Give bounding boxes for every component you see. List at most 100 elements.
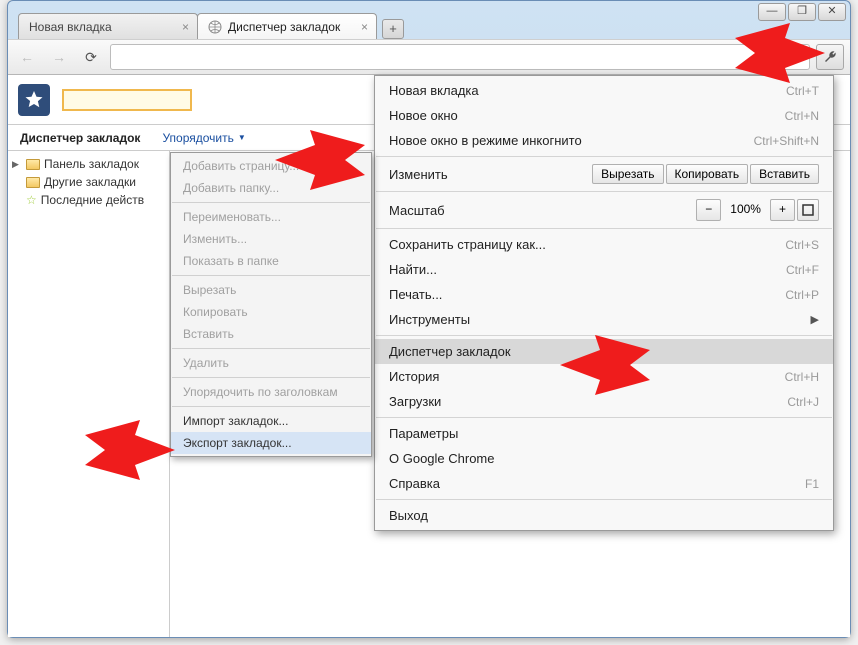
menu-label: Новое окно в режиме инкогнито [389,133,582,148]
zoom-out-button[interactable]: − [696,199,721,221]
edit-paste-button[interactable]: Вставить [750,164,819,184]
star-outline-icon: ☆ [26,193,37,207]
menu-bookmark-manager[interactable]: Диспетчер закладок [375,339,833,364]
tab-strip: Новая вкладка × Диспетчер закладок × + [8,9,850,39]
submenu-add-page[interactable]: Добавить страницу... [171,155,371,177]
menu-separator [376,156,832,157]
bookmark-search-input[interactable] [62,89,192,111]
edit-cut-button[interactable]: Вырезать [592,164,663,184]
menu-zoom-row: Масштаб − 100% + [375,195,833,225]
menu-separator [172,377,370,378]
tab-bookmark-manager[interactable]: Диспетчер закладок × [197,13,377,39]
menu-label: История [389,369,439,384]
menu-tools[interactable]: Инструменты ▶ [375,307,833,332]
caret-right-icon: ▶ [12,159,19,170]
menu-label: Параметры [389,426,458,441]
menu-separator [376,191,832,192]
menu-shortcut: Ctrl+P [785,288,819,302]
menu-new-tab[interactable]: Новая вкладка Ctrl+T [375,78,833,103]
menu-shortcut: Ctrl+N [785,109,819,123]
menu-edit-row: Изменить Вырезать Копировать Вставить [375,160,833,188]
tree-item-label: Другие закладки [44,175,136,189]
menu-label: Новая вкладка [389,83,479,98]
menu-label: Инструменты [389,312,470,327]
menu-label: Найти... [389,262,437,277]
address-bar[interactable] [110,44,810,70]
tree-item-other-bookmarks[interactable]: Другие закладки [8,173,169,191]
toolbar: ← → ⟳ [8,39,850,75]
menu-separator [172,406,370,407]
new-tab-button[interactable]: + [382,19,404,39]
menu-new-window[interactable]: Новое окно Ctrl+N [375,103,833,128]
menu-exit[interactable]: Выход [375,503,833,528]
submenu-sort[interactable]: Упорядочить по заголовкам [171,381,371,403]
menu-separator [172,275,370,276]
forward-button[interactable]: → [46,44,72,70]
bookmark-manager-logo [18,84,50,116]
zoom-value: 100% [723,199,768,221]
fullscreen-icon [802,204,814,216]
menu-label: Изменить [389,167,448,182]
window-maximize-button[interactable]: ❐ [788,3,816,21]
back-button[interactable]: ← [14,44,40,70]
menu-shortcut: Ctrl+H [785,370,819,384]
globe-icon [208,20,222,34]
submenu-add-folder[interactable]: Добавить папку... [171,177,371,199]
star-icon [24,90,44,110]
menu-separator [376,228,832,229]
tab-new[interactable]: Новая вкладка × [18,13,198,39]
menu-history[interactable]: История Ctrl+H [375,364,833,389]
chevron-down-icon: ▼ [238,133,246,142]
submenu-show-in-folder[interactable]: Показать в папке [171,250,371,272]
submenu-export-bookmarks[interactable]: Экспорт закладок... [171,432,371,454]
fullscreen-button[interactable] [797,199,819,221]
tree-item-label: Последние действ [41,193,144,207]
menu-shortcut: Ctrl+J [787,395,819,409]
menu-find[interactable]: Найти... Ctrl+F [375,257,833,282]
submenu-rename[interactable]: Переименовать... [171,206,371,228]
menu-help[interactable]: Справка F1 [375,471,833,496]
window-minimize-button[interactable]: — [758,3,786,21]
tab-close-icon[interactable]: × [182,20,189,34]
menu-settings[interactable]: Параметры [375,421,833,446]
menu-label: Сохранить страницу как... [389,237,546,252]
menu-print[interactable]: Печать... Ctrl+P [375,282,833,307]
zoom-in-button[interactable]: + [770,199,795,221]
tab-close-icon[interactable]: × [361,20,368,34]
menu-about[interactable]: О Google Chrome [375,446,833,471]
organize-menu-button[interactable]: Упорядочить ▼ [152,131,255,145]
submenu-cut[interactable]: Вырезать [171,279,371,301]
menu-incognito[interactable]: Новое окно в режиме инкогнито Ctrl+Shift+… [375,128,833,153]
menu-label: Печать... [389,287,442,302]
menu-downloads[interactable]: Загрузки Ctrl+J [375,389,833,414]
submenu-edit[interactable]: Изменить... [171,228,371,250]
submenu-copy[interactable]: Копировать [171,301,371,323]
menu-save-as[interactable]: Сохранить страницу как... Ctrl+S [375,232,833,257]
chevron-right-icon: ▶ [811,313,819,326]
menu-shortcut: Ctrl+S [785,238,819,252]
organize-submenu: Добавить страницу... Добавить папку... П… [170,152,372,457]
submenu-delete[interactable]: Удалить [171,352,371,374]
menu-shortcut: F1 [805,477,819,491]
reload-button[interactable]: ⟳ [78,44,104,70]
window-close-button[interactable]: ✕ [818,3,846,21]
menu-label: Справка [389,476,440,491]
submenu-paste[interactable]: Вставить [171,323,371,345]
menu-label: О Google Chrome [389,451,495,466]
organize-label: Упорядочить [162,131,233,145]
menu-label: Загрузки [389,394,441,409]
wrench-menu-button[interactable] [816,44,844,70]
submenu-import-bookmarks[interactable]: Импорт закладок... [171,410,371,432]
edit-copy-button[interactable]: Копировать [666,164,749,184]
menu-shortcut: Ctrl+T [786,84,819,98]
menu-label: Новое окно [389,108,458,123]
menu-shortcut: Ctrl+F [786,263,819,277]
menu-label: Диспетчер закладок [389,344,511,359]
menu-shortcut: Ctrl+Shift+N [754,134,819,148]
tree-item-bookmarks-bar[interactable]: ▶ Панель закладок [8,155,169,173]
menu-label: Выход [389,508,428,523]
menu-label: Масштаб [389,203,445,218]
wrench-icon [822,49,838,65]
tree-item-recent[interactable]: ☆ Последние действ [8,191,169,209]
menu-separator [376,499,832,500]
